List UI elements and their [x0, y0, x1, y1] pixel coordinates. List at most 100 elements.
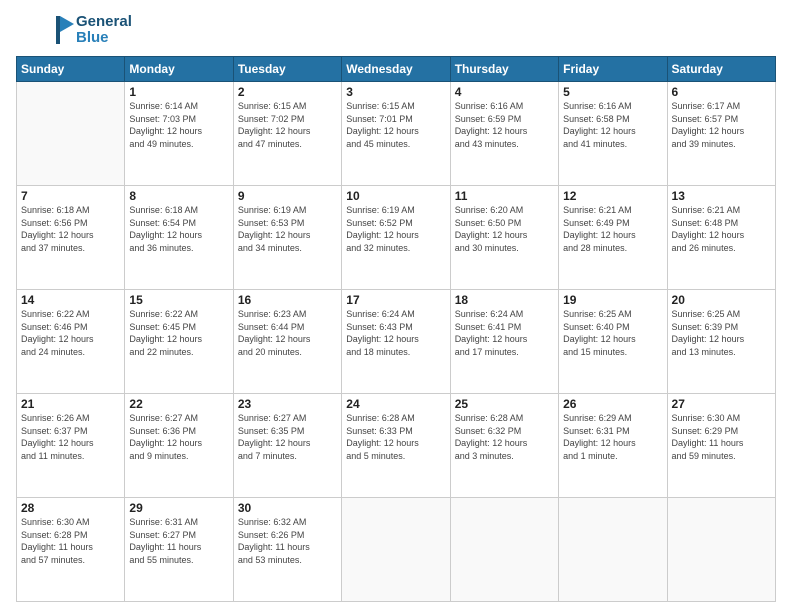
- day-number: 8: [129, 189, 228, 203]
- day-number: 26: [563, 397, 662, 411]
- day-number: 1: [129, 85, 228, 99]
- day-info: Sunrise: 6:24 AM Sunset: 6:41 PM Dayligh…: [455, 308, 554, 358]
- day-info: Sunrise: 6:24 AM Sunset: 6:43 PM Dayligh…: [346, 308, 445, 358]
- day-info: Sunrise: 6:30 AM Sunset: 6:29 PM Dayligh…: [672, 412, 771, 462]
- col-header-sunday: Sunday: [17, 57, 125, 82]
- day-cell: 15Sunrise: 6:22 AM Sunset: 6:45 PM Dayli…: [125, 290, 233, 394]
- col-header-monday: Monday: [125, 57, 233, 82]
- day-cell: 27Sunrise: 6:30 AM Sunset: 6:29 PM Dayli…: [667, 394, 775, 498]
- day-info: Sunrise: 6:32 AM Sunset: 6:26 PM Dayligh…: [238, 516, 337, 566]
- logo: GeneralBlue: [16, 10, 132, 50]
- day-cell: 22Sunrise: 6:27 AM Sunset: 6:36 PM Dayli…: [125, 394, 233, 498]
- day-number: 7: [21, 189, 120, 203]
- day-cell: 17Sunrise: 6:24 AM Sunset: 6:43 PM Dayli…: [342, 290, 450, 394]
- day-cell: 6Sunrise: 6:17 AM Sunset: 6:57 PM Daylig…: [667, 82, 775, 186]
- day-cell: [450, 498, 558, 602]
- col-header-tuesday: Tuesday: [233, 57, 341, 82]
- header: GeneralBlue: [16, 10, 776, 50]
- day-info: Sunrise: 6:22 AM Sunset: 6:45 PM Dayligh…: [129, 308, 228, 358]
- day-number: 30: [238, 501, 337, 515]
- day-number: 23: [238, 397, 337, 411]
- col-header-thursday: Thursday: [450, 57, 558, 82]
- day-number: 3: [346, 85, 445, 99]
- day-cell: 5Sunrise: 6:16 AM Sunset: 6:58 PM Daylig…: [559, 82, 667, 186]
- day-info: Sunrise: 6:20 AM Sunset: 6:50 PM Dayligh…: [455, 204, 554, 254]
- day-info: Sunrise: 6:27 AM Sunset: 6:35 PM Dayligh…: [238, 412, 337, 462]
- day-number: 24: [346, 397, 445, 411]
- day-cell: 29Sunrise: 6:31 AM Sunset: 6:27 PM Dayli…: [125, 498, 233, 602]
- day-number: 9: [238, 189, 337, 203]
- day-info: Sunrise: 6:28 AM Sunset: 6:33 PM Dayligh…: [346, 412, 445, 462]
- day-number: 22: [129, 397, 228, 411]
- day-number: 19: [563, 293, 662, 307]
- day-number: 25: [455, 397, 554, 411]
- day-info: Sunrise: 6:23 AM Sunset: 6:44 PM Dayligh…: [238, 308, 337, 358]
- day-number: 27: [672, 397, 771, 411]
- day-info: Sunrise: 6:16 AM Sunset: 6:58 PM Dayligh…: [563, 100, 662, 150]
- day-info: Sunrise: 6:19 AM Sunset: 6:53 PM Dayligh…: [238, 204, 337, 254]
- col-header-wednesday: Wednesday: [342, 57, 450, 82]
- logo-blue: Blue: [76, 30, 132, 47]
- week-row-2: 14Sunrise: 6:22 AM Sunset: 6:46 PM Dayli…: [17, 290, 776, 394]
- day-number: 10: [346, 189, 445, 203]
- day-info: Sunrise: 6:27 AM Sunset: 6:36 PM Dayligh…: [129, 412, 228, 462]
- day-info: Sunrise: 6:25 AM Sunset: 6:39 PM Dayligh…: [672, 308, 771, 358]
- logo-text: GeneralBlue: [76, 14, 132, 47]
- day-info: Sunrise: 6:17 AM Sunset: 6:57 PM Dayligh…: [672, 100, 771, 150]
- day-info: Sunrise: 6:22 AM Sunset: 6:46 PM Dayligh…: [21, 308, 120, 358]
- day-info: Sunrise: 6:21 AM Sunset: 6:48 PM Dayligh…: [672, 204, 771, 254]
- day-info: Sunrise: 6:28 AM Sunset: 6:32 PM Dayligh…: [455, 412, 554, 462]
- day-info: Sunrise: 6:26 AM Sunset: 6:37 PM Dayligh…: [21, 412, 120, 462]
- week-row-3: 21Sunrise: 6:26 AM Sunset: 6:37 PM Dayli…: [17, 394, 776, 498]
- day-number: 15: [129, 293, 228, 307]
- day-cell: 23Sunrise: 6:27 AM Sunset: 6:35 PM Dayli…: [233, 394, 341, 498]
- day-cell: 13Sunrise: 6:21 AM Sunset: 6:48 PM Dayli…: [667, 186, 775, 290]
- day-info: Sunrise: 6:21 AM Sunset: 6:49 PM Dayligh…: [563, 204, 662, 254]
- day-cell: 24Sunrise: 6:28 AM Sunset: 6:33 PM Dayli…: [342, 394, 450, 498]
- day-cell: [342, 498, 450, 602]
- day-info: Sunrise: 6:25 AM Sunset: 6:40 PM Dayligh…: [563, 308, 662, 358]
- day-info: Sunrise: 6:18 AM Sunset: 6:56 PM Dayligh…: [21, 204, 120, 254]
- day-cell: 7Sunrise: 6:18 AM Sunset: 6:56 PM Daylig…: [17, 186, 125, 290]
- day-cell: 10Sunrise: 6:19 AM Sunset: 6:52 PM Dayli…: [342, 186, 450, 290]
- day-info: Sunrise: 6:14 AM Sunset: 7:03 PM Dayligh…: [129, 100, 228, 150]
- day-cell: 26Sunrise: 6:29 AM Sunset: 6:31 PM Dayli…: [559, 394, 667, 498]
- day-number: 17: [346, 293, 445, 307]
- day-cell: 30Sunrise: 6:32 AM Sunset: 6:26 PM Dayli…: [233, 498, 341, 602]
- day-cell: [667, 498, 775, 602]
- col-header-friday: Friday: [559, 57, 667, 82]
- day-number: 14: [21, 293, 120, 307]
- day-number: 5: [563, 85, 662, 99]
- day-info: Sunrise: 6:30 AM Sunset: 6:28 PM Dayligh…: [21, 516, 120, 566]
- day-info: Sunrise: 6:15 AM Sunset: 7:02 PM Dayligh…: [238, 100, 337, 150]
- day-cell: 16Sunrise: 6:23 AM Sunset: 6:44 PM Dayli…: [233, 290, 341, 394]
- day-cell: [17, 82, 125, 186]
- day-cell: 19Sunrise: 6:25 AM Sunset: 6:40 PM Dayli…: [559, 290, 667, 394]
- day-info: Sunrise: 6:15 AM Sunset: 7:01 PM Dayligh…: [346, 100, 445, 150]
- day-info: Sunrise: 6:31 AM Sunset: 6:27 PM Dayligh…: [129, 516, 228, 566]
- day-cell: 9Sunrise: 6:19 AM Sunset: 6:53 PM Daylig…: [233, 186, 341, 290]
- day-cell: 4Sunrise: 6:16 AM Sunset: 6:59 PM Daylig…: [450, 82, 558, 186]
- day-number: 2: [238, 85, 337, 99]
- day-cell: 1Sunrise: 6:14 AM Sunset: 7:03 PM Daylig…: [125, 82, 233, 186]
- day-cell: 14Sunrise: 6:22 AM Sunset: 6:46 PM Dayli…: [17, 290, 125, 394]
- day-cell: 28Sunrise: 6:30 AM Sunset: 6:28 PM Dayli…: [17, 498, 125, 602]
- day-cell: 21Sunrise: 6:26 AM Sunset: 6:37 PM Dayli…: [17, 394, 125, 498]
- day-number: 29: [129, 501, 228, 515]
- day-cell: 8Sunrise: 6:18 AM Sunset: 6:54 PM Daylig…: [125, 186, 233, 290]
- logo-general: General: [76, 14, 132, 31]
- week-row-4: 28Sunrise: 6:30 AM Sunset: 6:28 PM Dayli…: [17, 498, 776, 602]
- day-cell: 3Sunrise: 6:15 AM Sunset: 7:01 PM Daylig…: [342, 82, 450, 186]
- day-number: 21: [21, 397, 120, 411]
- week-row-1: 7Sunrise: 6:18 AM Sunset: 6:56 PM Daylig…: [17, 186, 776, 290]
- day-number: 13: [672, 189, 771, 203]
- day-cell: 18Sunrise: 6:24 AM Sunset: 6:41 PM Dayli…: [450, 290, 558, 394]
- day-info: Sunrise: 6:19 AM Sunset: 6:52 PM Dayligh…: [346, 204, 445, 254]
- day-number: 6: [672, 85, 771, 99]
- day-number: 28: [21, 501, 120, 515]
- header-row: SundayMondayTuesdayWednesdayThursdayFrid…: [17, 57, 776, 82]
- day-info: Sunrise: 6:16 AM Sunset: 6:59 PM Dayligh…: [455, 100, 554, 150]
- day-info: Sunrise: 6:18 AM Sunset: 6:54 PM Dayligh…: [129, 204, 228, 254]
- logo-svg: [16, 10, 76, 50]
- day-cell: 2Sunrise: 6:15 AM Sunset: 7:02 PM Daylig…: [233, 82, 341, 186]
